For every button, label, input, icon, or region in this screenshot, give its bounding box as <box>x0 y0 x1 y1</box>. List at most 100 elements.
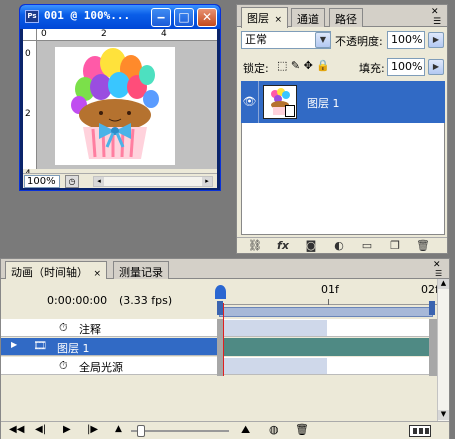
layers-tabbar: 图层 × 通道 路径 ✕ ☰ <box>237 5 447 28</box>
track-label: 注释 <box>79 323 101 336</box>
ruler-left: 0 2 4 <box>23 41 37 179</box>
time-display: 0:00:00:00 (3.33 fps) <box>1 279 217 319</box>
track-row-global-light[interactable]: ⏱ 全局光源 <box>1 357 449 375</box>
track-row-comments[interactable]: ⏱ 注释 <box>1 319 449 337</box>
panel-menu-icon[interactable]: ☰ <box>433 17 441 27</box>
panel-menu-icon[interactable]: ☰ <box>435 269 442 278</box>
lock-transparent-icon[interactable]: ⬚ <box>277 59 287 72</box>
close-tab-icon[interactable]: × <box>275 15 283 25</box>
ruler-tick: 4 <box>161 29 167 39</box>
delete-keyframe-icon[interactable]: 🗑 <box>295 423 309 436</box>
track-frames[interactable] <box>223 357 437 375</box>
opacity-label: 不透明度: <box>335 35 383 48</box>
close-button[interactable]: ✕ <box>197 8 217 27</box>
canvas-area[interactable] <box>37 41 217 169</box>
play-icon[interactable]: ▶ <box>63 424 71 435</box>
vertical-scrollbar[interactable]: ▲ ▼ <box>437 279 449 421</box>
ruler-tick: 0 <box>41 29 47 39</box>
lock-all-icon[interactable]: 🔒 <box>316 59 330 72</box>
zoom-in-icon[interactable]: ⛰ <box>241 423 250 437</box>
track-end-divider <box>429 319 437 376</box>
document-titlebar[interactable]: Ps 001 @ 100%... ‒ □ ✕ <box>20 5 220 29</box>
layer-duration-bar[interactable] <box>223 338 437 356</box>
playhead-icon[interactable] <box>215 285 226 299</box>
chevron-down-icon[interactable]: ▼ <box>315 32 331 48</box>
convert-to-frames-icon[interactable] <box>409 425 431 437</box>
opacity-field[interactable]: 100% <box>387 31 425 49</box>
zoom-field[interactable]: 100% <box>24 175 60 188</box>
tab-measurement-log[interactable]: 测量记录 <box>113 261 169 279</box>
fill-arrow-icon[interactable]: ▶ <box>428 59 444 75</box>
lock-label: 锁定: <box>243 62 269 75</box>
document-statusbar: 100% ◷ ◂ ▸ <box>23 173 217 188</box>
scroll-left-icon[interactable]: ◂ <box>94 177 104 186</box>
tab-animation-timeline[interactable]: 动画（时间轴） × <box>5 261 108 279</box>
layer-name[interactable]: 图层 1 <box>307 95 340 111</box>
frame-rate: (3.33 fps) <box>119 294 173 307</box>
stopwatch-icon[interactable]: ⏱ <box>59 321 68 335</box>
maximize-button[interactable]: □ <box>174 8 194 27</box>
layer-mask-icon[interactable]: ◙ <box>303 239 319 252</box>
tab-label: 动画（时间轴） <box>11 266 88 279</box>
ruler-top: 0 2 4 <box>37 29 217 41</box>
frame-layer-icon <box>285 105 295 117</box>
scroll-up-icon[interactable]: ▲ <box>438 279 449 289</box>
track-label: 全局光源 <box>79 361 123 374</box>
photoshop-icon: Ps <box>25 10 39 23</box>
cupcake-balloons-image <box>71 48 159 159</box>
onion-skin-icon[interactable]: ◍ <box>269 423 279 436</box>
new-group-icon[interactable]: ▭ <box>359 239 375 252</box>
minimize-button[interactable]: ‒ <box>151 8 171 27</box>
track-row-layer1[interactable]: ▶ 🎞 图层 1 <box>1 338 449 356</box>
animation-controls: ◀◀ ◀| ▶ |▶ ▲ ⛰ ◍ 🗑 <box>1 421 449 439</box>
link-layers-icon[interactable]: ⛓ <box>247 239 263 252</box>
layer-row[interactable]: 👁 图层 1 <box>241 81 445 123</box>
new-layer-icon[interactable]: ❐ <box>387 239 403 252</box>
close-tab-icon[interactable]: × <box>94 269 102 279</box>
trash-icon[interactable]: 🗑 <box>415 239 431 252</box>
zoom-slider[interactable] <box>131 430 229 432</box>
horizontal-scrollbar[interactable]: ◂ ▸ <box>93 176 213 187</box>
animation-panel: 动画（时间轴） × 测量记录 ✕ ☰ 0:00:00:00 (3.33 fps)… <box>0 258 450 439</box>
document-window: Ps 001 @ 100%... ‒ □ ✕ 0 2 4 0 2 4 <box>19 4 221 191</box>
panel-collapse-icon[interactable]: ✕ <box>431 7 439 17</box>
scroll-right-icon[interactable]: ▸ <box>202 177 212 186</box>
work-area-bar[interactable] <box>219 307 433 317</box>
ruler-tick: 2 <box>25 109 31 119</box>
track-frames[interactable] <box>223 319 437 337</box>
ruler-ticks <box>217 297 437 305</box>
lock-icons: ⬚ ✎ ✥ 🔒 <box>277 59 330 72</box>
work-area-end-handle[interactable] <box>429 301 435 315</box>
expand-triangle-icon[interactable]: ▶ <box>11 340 17 349</box>
document-body: 0 2 4 0 2 4 <box>23 29 217 188</box>
previous-frame-icon[interactable]: ◀| <box>35 424 46 435</box>
status-menu-icon[interactable]: ◷ <box>65 175 79 188</box>
ruler-tick: 0 <box>25 49 31 59</box>
track-label: 图层 1 <box>57 342 90 355</box>
current-time: 0:00:00:00 <box>47 294 108 307</box>
first-frame-icon[interactable]: ◀◀ <box>9 424 24 435</box>
layers-panel: 图层 × 通道 路径 ✕ ☰ 正常 ▼ 不透明度: 100% ▶ 锁定: ⬚ ✎… <box>236 4 448 254</box>
next-frame-icon[interactable]: |▶ <box>87 424 98 435</box>
tab-label: 图层 <box>247 12 269 25</box>
timeline-ruler[interactable]: 01f 02f <box>215 279 439 319</box>
tab-paths[interactable]: 路径 <box>329 8 363 27</box>
canvas-image[interactable] <box>55 47 175 165</box>
visibility-eye-icon[interactable]: 👁 <box>241 81 259 123</box>
tab-layers[interactable]: 图层 × <box>241 7 289 28</box>
document-title: 001 @ 100%... <box>44 9 131 22</box>
lock-move-icon[interactable]: ✥ <box>304 59 313 72</box>
zoom-slider-thumb[interactable] <box>137 425 145 437</box>
fx-icon[interactable]: fx <box>275 239 291 252</box>
stopwatch-icon[interactable]: ⏱ <box>59 359 68 373</box>
scroll-down-icon[interactable]: ▼ <box>438 410 449 420</box>
fill-field[interactable]: 100% <box>387 58 425 76</box>
current-time-indicator <box>223 303 224 376</box>
adjustment-layer-icon[interactable]: ◐ <box>331 239 347 252</box>
empty-track-area <box>1 376 437 421</box>
zoom-out-icon[interactable]: ▲ <box>115 424 122 434</box>
opacity-arrow-icon[interactable]: ▶ <box>428 32 444 48</box>
tab-channels[interactable]: 通道 <box>291 8 325 27</box>
lock-paint-icon[interactable]: ✎ <box>291 59 300 72</box>
ruler-corner <box>23 29 37 41</box>
